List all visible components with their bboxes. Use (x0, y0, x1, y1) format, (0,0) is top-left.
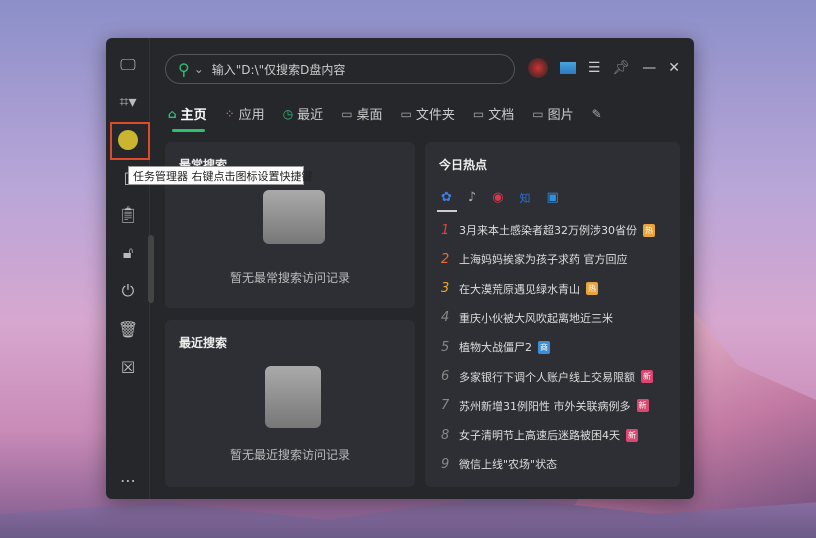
tooltip: 任务管理器 右键点击图标设置快捷键 (128, 166, 313, 185)
empty-box-icon (263, 190, 325, 244)
rank-number: 9 (441, 456, 450, 472)
rank-number: 2 (441, 251, 450, 267)
sidebar-collapse-handle[interactable] (148, 235, 154, 303)
monitor-icon: ▭ (532, 106, 544, 121)
topic-text: 女子清明节上高速后迷路被困4天 (459, 429, 620, 443)
minimize-icon[interactable]: — (642, 60, 656, 76)
tab-label: 文件夹 (415, 108, 455, 123)
tab-desktop[interactable]: ▭ 桌面 (341, 104, 383, 124)
lock-icon[interactable]: 🔓︎ (116, 241, 140, 265)
tab-bar: ⌂ 主页 ⁘ 应用 ◷ 最近 ▭ 桌面 ▭ 文件夹 ▭ 文档 ▭ 图片 ✎ (168, 104, 602, 132)
rank-number: 1 (441, 222, 450, 238)
hot-topic-item[interactable]: 1 3月来本土感染者超32万例涉30省份热 (441, 222, 655, 238)
pin-icon[interactable]: 📌︎ (612, 60, 630, 76)
hot-topic-item[interactable]: 8 女子清明节上高速后迷路被困4天新 (441, 427, 638, 443)
rank-number: 5 (441, 339, 450, 355)
edit-tabs-button[interactable]: ✎ (592, 104, 602, 123)
tab-label: 应用 (238, 108, 265, 123)
rank-number: 7 (441, 398, 450, 414)
topic-text: 微信上线"农场"状态 (459, 458, 558, 472)
sidebar: 🖵 ⌗▾ ▯ 📋︎ 🔓︎ ⏻ 🗑︎ ☒ ⋯ (106, 38, 150, 499)
tab-apps[interactable]: ⁘ 应用 (224, 104, 265, 124)
hot-topic-item[interactable]: 5 植物大战僵尸2 商 (441, 339, 550, 355)
topic-text: 在大漠荒原遇见绿水青山 (459, 282, 580, 296)
power-icon[interactable]: ⏻ (116, 279, 140, 303)
chevron-down-icon[interactable]: ⌄ (194, 62, 204, 76)
topic-badge: 新 (636, 399, 649, 413)
more-icon[interactable]: ⋯ (116, 468, 140, 492)
tab-pictures[interactable]: ▭ 图片 (532, 104, 574, 124)
tab-label: 桌面 (356, 108, 383, 123)
monitor-icon[interactable]: 🖵 (116, 53, 140, 77)
topic-text: 植物大战僵尸2 (459, 341, 532, 355)
rank-number: 3 (441, 281, 450, 297)
weibo-icon[interactable]: ◉ (492, 190, 503, 206)
hot-topic-item[interactable]: 4 重庆小伙被大风吹起离地近三米 (441, 310, 613, 326)
tab-recent[interactable]: ◷ 最近 (282, 104, 324, 124)
delete-file-icon[interactable]: ☒ (116, 355, 140, 379)
topic-badge: 新 (641, 370, 653, 383)
topic-badge: 商 (538, 340, 550, 354)
douyin-icon[interactable]: ♪ (468, 190, 476, 206)
avatar[interactable] (527, 58, 548, 78)
hot-topic-item[interactable]: 6 多家银行下调个人账户线上交易限额新 (441, 369, 653, 385)
home-icon: ⌂ (168, 106, 177, 121)
monitor-icon: ▭ (341, 106, 353, 121)
search-icon: ⚲ (178, 59, 190, 79)
topic-text: 3月来本土感染者超32万例涉30省份 (459, 224, 637, 237)
zhihu-icon[interactable]: 知 (520, 190, 531, 206)
bilibili-icon[interactable]: ▣ (547, 190, 559, 206)
tab-label: 文档 (488, 108, 515, 123)
apps-icon: ⁘ (224, 106, 235, 121)
rank-number: 8 (441, 427, 450, 443)
edit-icon: ✎ (591, 106, 602, 121)
task-manager-icon[interactable] (116, 128, 140, 152)
search-input[interactable]: ⚲ ⌄ 输入"D:\"仅搜索D盘内容 (165, 54, 515, 84)
image-icon[interactable] (559, 62, 576, 74)
tab-label: 图片 (547, 108, 574, 123)
clock-icon: ◷ (282, 106, 294, 121)
topic-text: 上海妈妈挨家为孩子求药 官方回应 (459, 253, 628, 267)
clipboard-icon[interactable]: 📋︎ (116, 202, 140, 226)
rank-number: 4 (441, 310, 450, 326)
app-window: 🖵 ⌗▾ ▯ 📋︎ 🔓︎ ⏻ 🗑︎ ☒ ⋯ ⚲ ⌄ 输入"D:\"仅搜索D盘内容… (106, 38, 694, 499)
hot-topics-card: 今日热点 ✿ ♪ ◉ 知 ▣ 1 3月来本土感染者超32万例涉30省份热 2 上海妈妈… (425, 142, 680, 487)
monitor-icon: ▭ (400, 106, 412, 121)
menu-icon[interactable]: ☰ (588, 60, 601, 76)
empty-message: 暂无最近搜索访问记录 (229, 448, 350, 462)
topic-text: 重庆小伙被大风吹起离地近三米 (459, 311, 613, 325)
topic-badge: 热 (586, 282, 598, 296)
recycle-bin-icon[interactable]: 🗑︎ (116, 317, 140, 341)
tab-label: 主页 (180, 108, 207, 123)
hot-topic-item[interactable]: 7 苏州新增31例阳性 市外关联病例多新 (441, 398, 649, 414)
tab-folders[interactable]: ▭ 文件夹 (400, 104, 455, 124)
topic-text: 多家银行下调个人账户线上交易限额 (459, 370, 635, 384)
hot-topic-item[interactable]: 3 在大漠荒原遇见绿水青山热 (441, 281, 598, 297)
card-title: 今日热点 (439, 158, 488, 172)
topic-badge: 新 (626, 428, 638, 442)
hot-topic-item[interactable]: 2 上海妈妈挨家为孩子求药 官方回应 (441, 251, 628, 267)
search-placeholder: 输入"D:\"仅搜索D盘内容 (211, 62, 346, 77)
source-tab-underline (437, 210, 457, 212)
rank-number: 6 (441, 369, 450, 384)
recent-search-card: 最近搜索 暂无最近搜索访问记录 (165, 320, 415, 487)
tab-label: 最近 (297, 108, 324, 123)
tab-documents[interactable]: ▭ 文档 (472, 104, 515, 124)
tab-home[interactable]: ⌂ 主页 (168, 104, 207, 132)
baidu-icon[interactable]: ✿ (441, 190, 452, 206)
hot-topic-item[interactable]: 9 微信上线"农场"状态 (441, 456, 557, 472)
topic-text: 苏州新增31例阳性 市外关联病例多 (459, 399, 631, 413)
topic-badge: 热 (643, 223, 655, 237)
crop-icon[interactable]: ⌗▾ (116, 90, 140, 114)
empty-message: 暂无最常搜索访问记录 (229, 271, 350, 285)
monitor-icon: ▭ (472, 106, 485, 121)
empty-document-icon (265, 366, 321, 428)
close-icon[interactable]: ✕ (668, 60, 680, 76)
card-title: 最近搜索 (179, 336, 228, 350)
